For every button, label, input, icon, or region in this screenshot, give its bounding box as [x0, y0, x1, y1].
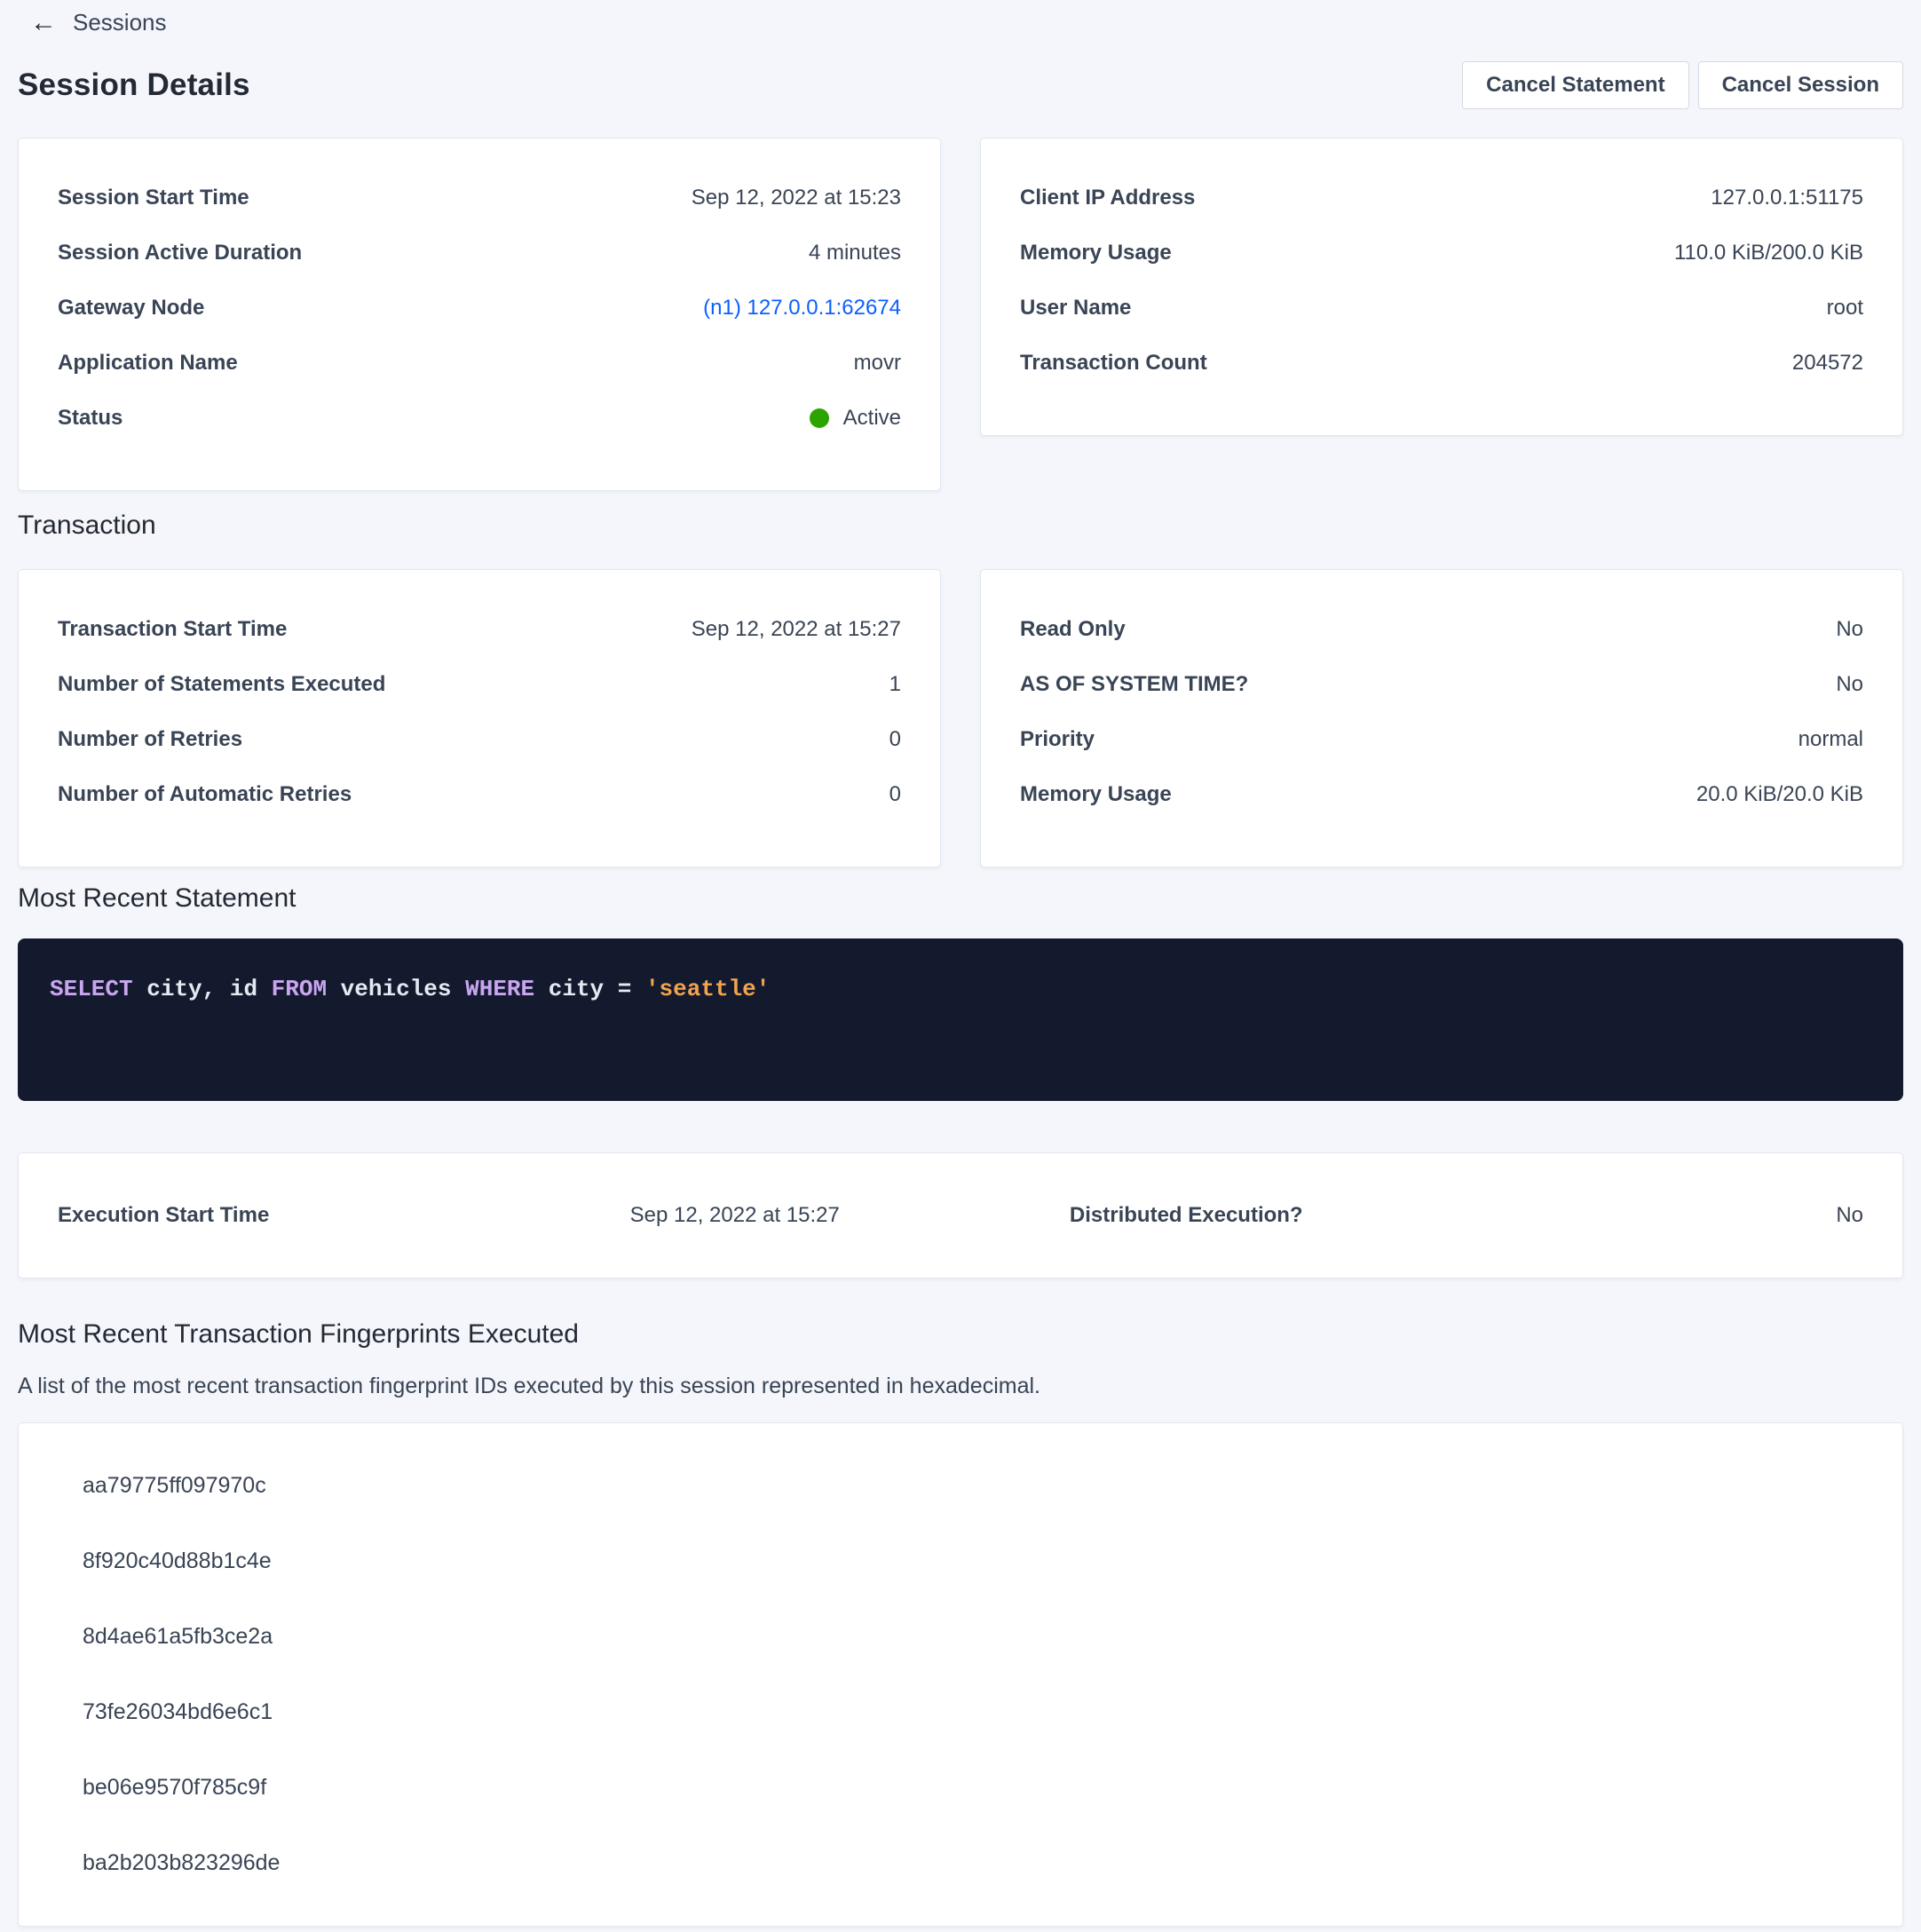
application-name-row: Application Name movr	[58, 336, 901, 391]
distributed-execution-value: No	[1412, 1203, 1864, 1228]
as-of-system-time-value: No	[1836, 672, 1863, 697]
transaction-count-row: Transaction Count 204572	[1020, 336, 1863, 391]
automatic-retries-row: Number of Automatic Retries 0	[58, 767, 901, 822]
user-name-row: User Name root	[1020, 281, 1863, 336]
transaction-start-time-row: Transaction Start Time Sep 12, 2022 at 1…	[58, 602, 901, 657]
transaction-count-value: 204572	[1792, 351, 1863, 376]
automatic-retries-label: Number of Automatic Retries	[58, 782, 352, 807]
retries-row: Number of Retries 0	[58, 712, 901, 767]
fingerprint-list-item: 8f920c40d88b1c4e	[19, 1524, 1902, 1599]
status-badge: Active	[810, 406, 901, 431]
transaction-card-right: Read Only No AS OF SYSTEM TIME? No Prior…	[980, 569, 1903, 867]
read-only-label: Read Only	[1020, 617, 1126, 642]
status-row: Status Active	[58, 391, 901, 446]
client-ip-row: Client IP Address 127.0.0.1:51175	[1020, 170, 1863, 226]
breadcrumb-label: Sessions	[73, 9, 167, 36]
gateway-node-row: Gateway Node (n1) 127.0.0.1:62674	[58, 281, 901, 336]
statements-executed-label: Number of Statements Executed	[58, 672, 385, 697]
client-ip-value: 127.0.0.1:51175	[1711, 186, 1863, 210]
session-start-time-label: Session Start Time	[58, 186, 249, 210]
active-status-dot-icon	[810, 408, 829, 428]
user-name-label: User Name	[1020, 296, 1131, 321]
sql-keyword: SELECT	[50, 976, 133, 1002]
retries-value: 0	[889, 727, 901, 752]
priority-value: normal	[1798, 727, 1863, 752]
fingerprint-list-item: 8d4ae61a5fb3ce2a	[19, 1599, 1902, 1675]
application-name-label: Application Name	[58, 351, 238, 376]
memory-usage-label: Memory Usage	[1020, 241, 1172, 265]
breadcrumb[interactable]: ← Sessions	[18, 5, 178, 40]
transaction-count-label: Transaction Count	[1020, 351, 1207, 376]
status-label: Status	[58, 406, 123, 431]
transaction-section-heading: Transaction	[18, 509, 1903, 542]
page-header: Session Details Cancel Statement Cancel …	[18, 61, 1903, 109]
sql-keyword: FROM	[272, 976, 327, 1002]
session-start-time-value: Sep 12, 2022 at 15:23	[692, 186, 901, 210]
priority-label: Priority	[1020, 727, 1095, 752]
application-name-value: movr	[854, 351, 901, 376]
cancel-session-button[interactable]: Cancel Session	[1698, 61, 1903, 109]
txn-memory-usage-label: Memory Usage	[1020, 782, 1172, 807]
memory-usage-value: 110.0 KiB/200.0 KiB	[1674, 241, 1863, 265]
automatic-retries-value: 0	[889, 782, 901, 807]
distributed-execution-label: Distributed Execution?	[960, 1203, 1412, 1228]
statements-executed-value: 1	[889, 672, 901, 697]
sql-keyword: WHERE	[465, 976, 534, 1002]
transaction-start-time-label: Transaction Start Time	[58, 617, 287, 642]
as-of-system-time-row: AS OF SYSTEM TIME? No	[1020, 657, 1863, 712]
page-title: Session Details	[18, 67, 250, 103]
fingerprint-list-item: 73fe26034bd6e6c1	[19, 1675, 1902, 1750]
fingerprint-list-item: be06e9570f785c9f	[19, 1750, 1902, 1825]
fingerprint-list-item: aa79775ff097970c	[19, 1448, 1902, 1524]
fingerprint-list-item: ba2b203b823296de	[19, 1825, 1902, 1901]
retries-label: Number of Retries	[58, 727, 242, 752]
session-details-page: ← Sessions Session Details Cancel Statem…	[0, 0, 1921, 1927]
priority-row: Priority normal	[1020, 712, 1863, 767]
sql-text: city, id	[133, 976, 272, 1002]
session-active-duration-label: Session Active Duration	[58, 241, 302, 265]
session-start-time-row: Session Start Time Sep 12, 2022 at 15:23	[58, 170, 901, 226]
session-active-duration-row: Session Active Duration 4 minutes	[58, 226, 901, 281]
execution-start-time-label: Execution Start Time	[58, 1203, 510, 1228]
statement-section-heading: Most Recent Statement	[18, 882, 1903, 915]
arrow-left-icon: ←	[30, 10, 57, 36]
gateway-node-link[interactable]: (n1) 127.0.0.1:62674	[703, 296, 901, 321]
txn-memory-usage-row: Memory Usage 20.0 KiB/20.0 KiB	[1020, 767, 1863, 822]
fingerprints-description: A list of the most recent transaction fi…	[18, 1373, 1903, 1399]
session-card-right: Client IP Address 127.0.0.1:51175 Memory…	[980, 138, 1903, 436]
client-ip-label: Client IP Address	[1020, 186, 1195, 210]
fingerprints-section-heading: Most Recent Transaction Fingerprints Exe…	[18, 1318, 1903, 1351]
status-value: Active	[843, 406, 901, 431]
transaction-summary: Transaction Start Time Sep 12, 2022 at 1…	[18, 569, 1903, 867]
sql-string-literal: 'seattle'	[645, 976, 770, 1002]
txn-memory-usage-value: 20.0 KiB/20.0 KiB	[1696, 782, 1863, 807]
sql-text: vehicles	[327, 976, 465, 1002]
session-active-duration-value: 4 minutes	[809, 241, 901, 265]
transaction-card-left: Transaction Start Time Sep 12, 2022 at 1…	[18, 569, 941, 867]
sql-text: city =	[534, 976, 645, 1002]
cancel-statement-button[interactable]: Cancel Statement	[1462, 61, 1688, 109]
sql-statement-box: SELECT city, id FROM vehicles WHERE city…	[18, 938, 1903, 1101]
session-card-left: Session Start Time Sep 12, 2022 at 15:23…	[18, 138, 941, 491]
session-summary: Session Start Time Sep 12, 2022 at 15:23…	[18, 138, 1903, 491]
header-actions: Cancel Statement Cancel Session	[1462, 61, 1903, 109]
gateway-node-label: Gateway Node	[58, 296, 204, 321]
as-of-system-time-label: AS OF SYSTEM TIME?	[1020, 672, 1248, 697]
execution-start-time-value: Sep 12, 2022 at 15:27	[510, 1203, 961, 1228]
user-name-value: root	[1827, 296, 1863, 321]
fingerprints-card: aa79775ff097970c 8f920c40d88b1c4e 8d4ae6…	[18, 1422, 1903, 1927]
read-only-row: Read Only No	[1020, 602, 1863, 657]
read-only-value: No	[1836, 617, 1863, 642]
statements-executed-row: Number of Statements Executed 1	[58, 657, 901, 712]
memory-usage-row: Memory Usage 110.0 KiB/200.0 KiB	[1020, 226, 1863, 281]
transaction-start-time-value: Sep 12, 2022 at 15:27	[692, 617, 901, 642]
execution-summary-card: Execution Start Time Sep 12, 2022 at 15:…	[18, 1152, 1903, 1279]
